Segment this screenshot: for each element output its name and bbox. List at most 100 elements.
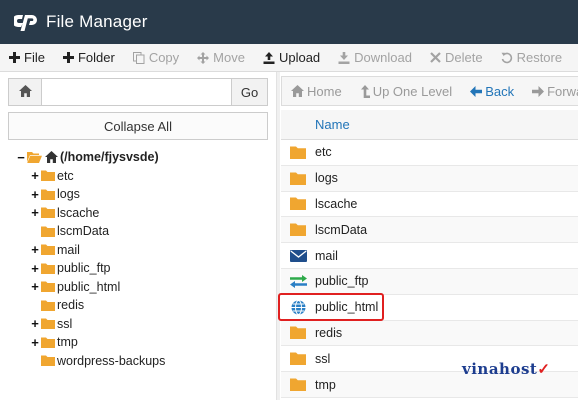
tree-item-logs[interactable]: + logs [16,185,165,204]
upload-button[interactable]: Upload [254,44,329,71]
plus-icon [9,52,20,63]
table-row[interactable]: public_ftp [281,268,578,295]
panel-splitter[interactable] [276,72,280,400]
tree-item-label: ssl [57,316,73,331]
tree-item-tmp[interactable]: + tmp [16,333,165,352]
folder-icon [41,170,55,182]
table-row[interactable]: etc [281,140,578,166]
expand-toggle-icon[interactable]: + [30,168,40,183]
copy-icon [132,51,145,64]
folder-icon [41,300,55,311]
app-header: File Manager [0,0,578,44]
table-row[interactable]: public_html [281,295,578,321]
new-file-button[interactable]: File [0,44,54,71]
file-name[interactable]: public_ftp [315,274,369,288]
path-bar: Go [8,78,268,106]
directory-panel: Go Collapse All − (/home/fjysvsde) + etc +… [0,72,276,400]
ftp-transfer-icon [281,274,315,288]
file-name[interactable]: lscmData [315,223,367,237]
tree-item-label: public_html [57,279,121,294]
expand-toggle-icon[interactable]: + [30,261,40,276]
folder-icon [41,244,55,256]
file-name[interactable]: lscache [315,197,357,211]
delete-icon [430,52,441,63]
file-name[interactable]: ssl [315,352,330,366]
tree-item-redis[interactable]: +redis [16,296,165,315]
table-row[interactable]: lscmData [281,217,578,244]
restore-button[interactable]: Restore [492,44,572,71]
folder-icon [41,281,55,293]
path-input[interactable] [42,79,231,105]
nav-home-button[interactable]: Home [282,77,351,105]
file-name[interactable]: tmp [315,378,336,392]
home-icon [45,151,58,164]
folder-icon [281,197,315,211]
go-button[interactable]: Go [231,79,267,105]
download-button[interactable]: Download [329,44,421,71]
expand-toggle-icon[interactable]: + [30,242,40,257]
tree-item-public-html[interactable]: + public_html [16,278,165,297]
table-row[interactable]: lscache [281,192,578,218]
table-row[interactable]: mail [281,243,578,269]
file-table: Name etc logs lscache lscmData mail public_ft… [281,110,578,398]
tree-item-wordpress-backups[interactable]: +wordpress-backups [16,352,165,371]
tree-item-lscache[interactable]: + lscache [16,204,165,223]
up-one-level-button[interactable]: Up One Level [351,77,462,105]
folder-icon [281,223,315,237]
folder-icon [41,226,55,237]
file-name[interactable]: redis [315,326,342,340]
table-row[interactable]: redis [281,320,578,347]
folder-icon [41,207,55,219]
tree-root[interactable]: − (/home/fjysvsde) [16,148,165,167]
folder-icon [41,337,55,348]
tree-item-label: etc [57,168,74,183]
tree-item-label: lscmData [57,224,110,239]
collapse-all-button[interactable]: Collapse All [8,112,268,140]
tree-item-mail[interactable]: + mail [16,241,165,260]
collapse-toggle-icon[interactable]: − [16,150,26,165]
tree-item-lscmdata[interactable]: +lscmData [16,222,165,241]
cpanel-logo-icon [14,12,40,32]
file-name[interactable]: public_html [315,300,378,314]
new-folder-button[interactable]: Folder [54,44,124,71]
file-name[interactable]: mail [315,249,338,263]
table-row[interactable]: logs [281,165,578,192]
home-directory-button[interactable] [9,79,42,105]
back-button[interactable]: Back [461,77,523,105]
app-title: File Manager [46,12,148,31]
folder-icon [41,355,55,367]
tree-item-etc[interactable]: + etc [16,167,165,186]
expand-toggle-icon[interactable]: + [30,279,40,294]
expand-toggle-icon[interactable]: + [30,335,40,350]
watermark-mark: ✓ [537,360,551,378]
back-arrow-icon [470,85,483,97]
expand-toggle-icon[interactable]: + [30,187,40,202]
expand-toggle-icon[interactable]: + [30,316,40,331]
folder-icon [281,352,315,366]
tree-item-label: public_ftp [57,261,111,276]
name-column-header[interactable]: Name [315,117,350,132]
main-toolbar: File Folder Copy Move Upload Download De… [0,44,578,72]
move-icon [197,51,210,64]
copy-button[interactable]: Copy [124,44,188,71]
forward-button[interactable]: Forward [523,77,578,105]
folder-icon [281,326,315,340]
move-button[interactable]: Move [188,44,254,71]
file-list-panel: Home Up One Level Back Forward Name etc l… [281,72,578,400]
up-arrow-icon [360,84,370,98]
delete-button[interactable]: Delete [421,44,492,71]
folder-icon [281,146,315,159]
upload-icon [263,51,275,64]
tree-item-label: tmp [57,335,78,350]
tree-item-label: mail [57,242,80,257]
tree-item-public-ftp[interactable]: + public_ftp [16,259,165,278]
folder-icon [41,263,55,274]
tree-item-label: logs [57,187,80,202]
file-name[interactable]: logs [315,171,338,185]
open-folder-icon [27,151,42,164]
tree-item-ssl[interactable]: + ssl [16,315,165,334]
file-name[interactable]: etc [315,145,332,159]
expand-toggle-icon[interactable]: + [30,205,40,220]
folder-icon [41,318,55,330]
home-icon [18,84,32,100]
